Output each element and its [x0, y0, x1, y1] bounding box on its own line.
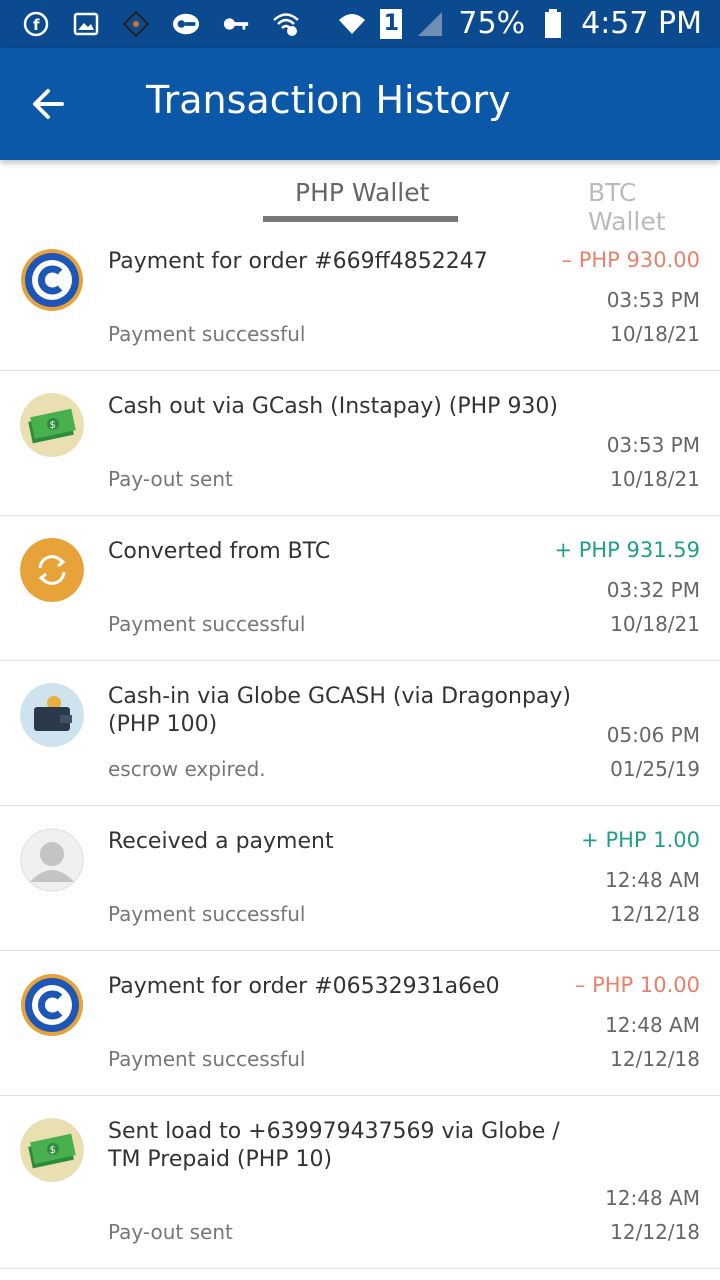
transaction-status: Payment successful — [108, 1047, 306, 1071]
svg-text:$: $ — [50, 420, 56, 431]
transaction-status: Pay-out sent — [108, 467, 233, 491]
wifi-question-icon — [272, 10, 300, 38]
transaction-date: 10/18/21 — [610, 322, 700, 346]
battery-percent: 75% — [458, 6, 526, 41]
transaction-time: 03:32 PM — [606, 578, 700, 602]
transaction-time: 12:48 AM — [605, 1013, 700, 1037]
key-icon — [222, 10, 250, 38]
back-arrow-icon[interactable] — [28, 82, 72, 126]
transaction-date: 01/25/19 — [610, 757, 700, 781]
transaction-row[interactable]: Converted from BTC + PHP 931.59 03:32 PM… — [0, 516, 720, 661]
convert-icon — [20, 538, 84, 602]
transaction-description: Sent load to +639979437569 via Globe / T… — [108, 1119, 560, 1172]
battery-icon — [539, 8, 567, 38]
clock: 4:57 PM — [581, 6, 702, 41]
wallet-icon — [20, 683, 84, 747]
transaction-status: Payment successful — [108, 902, 306, 926]
transaction-description: Payment for order #06532931a6e0 — [108, 974, 500, 999]
transaction-description: Converted from BTC — [108, 539, 331, 564]
transaction-amount: – PHP 930.00 — [561, 248, 700, 272]
sim-indicator: 1 — [380, 8, 403, 39]
coinsph-logo-icon — [21, 974, 83, 1036]
svg-text:$: $ — [50, 1145, 56, 1156]
transaction-date: 12/12/18 — [610, 902, 700, 926]
transaction-row[interactable]: Payment for order #669ff4852247 – PHP 93… — [0, 226, 720, 371]
transaction-description: Cash-in via Globe GCASH (via Dragonpay) … — [108, 684, 571, 737]
transaction-amount: + PHP 931.59 — [554, 538, 700, 562]
wifi-icon — [338, 10, 366, 38]
svg-text:f: f — [33, 16, 40, 34]
vpn-icon — [172, 10, 200, 38]
coinsph-logo-icon — [21, 249, 83, 311]
user-avatar-icon — [20, 828, 84, 892]
status-bar: f 1 75% 4:57 PM — [0, 0, 720, 48]
facebook-icon: f — [22, 10, 50, 38]
page-title: Transaction History — [146, 78, 511, 122]
transaction-list: Payment for order #669ff4852247 – PHP 93… — [0, 226, 720, 1269]
transaction-row[interactable]: $ Cash out via GCash (Instapay) (PHP 930… — [0, 371, 720, 516]
transaction-row[interactable]: $ Sent load to +639979437569 via Globe /… — [0, 1096, 720, 1269]
transaction-description: Cash out via GCash (Instapay) (PHP 930) — [108, 394, 559, 419]
transaction-description: Payment for order #669ff4852247 — [108, 249, 488, 274]
transaction-status: Payment successful — [108, 612, 306, 636]
transaction-date: 10/18/21 — [610, 467, 700, 491]
transaction-status: Payment successful — [108, 322, 306, 346]
transaction-row[interactable]: Received a payment + PHP 1.00 12:48 AM P… — [0, 806, 720, 951]
transaction-date: 10/18/21 — [610, 612, 700, 636]
transaction-status: escrow expired. — [108, 757, 266, 781]
transaction-description: Received a payment — [108, 829, 334, 854]
wallet-tabs: PHP Wallet BTC Wallet — [0, 160, 720, 236]
transaction-amount: – PHP 10.00 — [574, 973, 700, 997]
tab-php-wallet[interactable]: PHP Wallet — [295, 178, 429, 207]
transaction-time: 12:48 AM — [605, 1186, 700, 1210]
transaction-time: 03:53 PM — [606, 433, 700, 457]
transaction-time: 05:06 PM — [606, 723, 700, 747]
app-icon — [122, 10, 150, 38]
image-icon — [72, 10, 100, 38]
transaction-date: 12/12/18 — [610, 1047, 700, 1071]
cash-money-icon: $ — [20, 393, 84, 457]
signal-icon — [416, 10, 444, 38]
transaction-date: 12/12/18 — [610, 1220, 700, 1244]
transaction-row[interactable]: Payment for order #06532931a6e0 – PHP 10… — [0, 951, 720, 1096]
cash-money-icon: $ — [20, 1118, 84, 1182]
transaction-time: 03:53 PM — [606, 288, 700, 312]
transaction-time: 12:48 AM — [605, 868, 700, 892]
transaction-amount: + PHP 1.00 — [581, 828, 700, 852]
transaction-status: Pay-out sent — [108, 1220, 233, 1244]
transaction-row[interactable]: Cash-in via Globe GCASH (via Dragonpay) … — [0, 661, 720, 806]
tab-indicator — [263, 216, 458, 222]
app-bar: Transaction History — [0, 48, 720, 160]
